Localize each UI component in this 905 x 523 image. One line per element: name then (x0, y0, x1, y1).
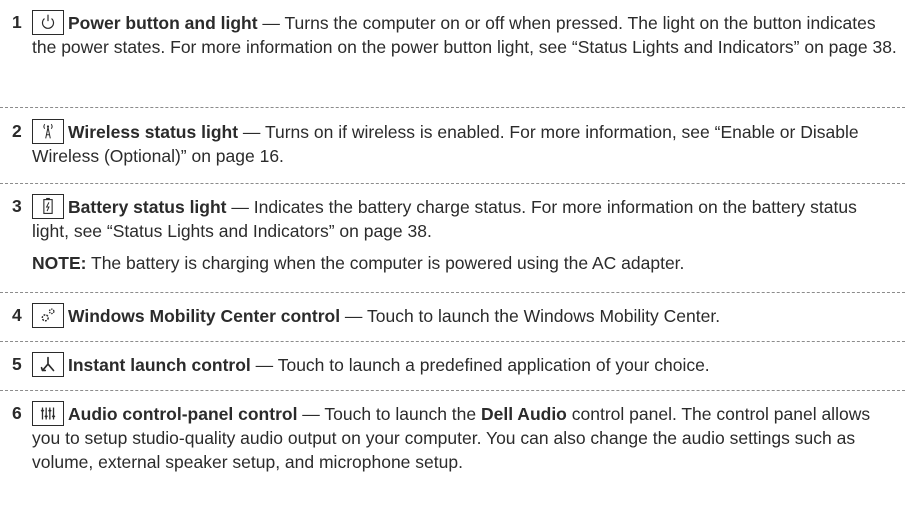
entry-number: 4 (12, 305, 22, 325)
battery-icon (32, 194, 64, 219)
divider (0, 107, 905, 108)
note-label: NOTE: (32, 253, 87, 273)
entry-dash: — (226, 197, 254, 217)
entry-description: Touch to launch a predefined application… (277, 355, 710, 375)
entry-dash: — (250, 355, 278, 375)
entry-description: Touch to launch the Windows Mobility Cen… (366, 306, 721, 326)
wireless-icon (32, 119, 64, 144)
entry-title: Power button and light (68, 13, 258, 33)
entry-title: Battery status light (68, 197, 227, 217)
entry-text: Power button and light — Turns the compu… (32, 10, 897, 59)
document-page: 1 Power button and light — Turns the com… (0, 0, 905, 523)
entry-number: 3 (12, 196, 22, 216)
divider (0, 292, 905, 293)
power-icon (32, 10, 64, 35)
entry-text: Wireless status light — Turns on if wire… (32, 119, 897, 168)
entry-dash: — (297, 404, 325, 424)
divider (0, 390, 905, 391)
audio-control-icon (32, 401, 64, 426)
entry-title: Windows Mobility Center control (68, 306, 341, 326)
divider (0, 183, 905, 184)
entry-number: 2 (12, 121, 22, 141)
entry-title: Audio control-panel control (68, 404, 298, 424)
entry-title: Wireless status light (68, 122, 239, 142)
entry-dash: — (257, 13, 285, 33)
dell-audio-label: Dell Audio (481, 404, 567, 424)
entry-description-pre: Touch to launch the (324, 404, 481, 424)
note-text: The battery is charging when the compute… (86, 253, 685, 273)
entry-text: Windows Mobility Center control — Touch … (32, 303, 897, 328)
entry-text: Audio control-panel control — Touch to l… (32, 401, 897, 474)
divider (0, 341, 905, 342)
entry-title: Instant launch control (68, 355, 251, 375)
entry-number: 6 (12, 403, 22, 423)
entry-number: 5 (12, 354, 22, 374)
entry-text: Battery status light — Indicates the bat… (32, 194, 897, 275)
entry-dash: — (238, 122, 265, 142)
mobility-center-icon (32, 303, 64, 328)
instant-launch-icon (32, 352, 64, 377)
entry-number: 1 (12, 12, 22, 32)
entry-text: Instant launch control — Touch to launch… (32, 352, 897, 377)
note: NOTE: The battery is charging when the c… (32, 251, 897, 275)
entry-dash: — (340, 306, 367, 326)
